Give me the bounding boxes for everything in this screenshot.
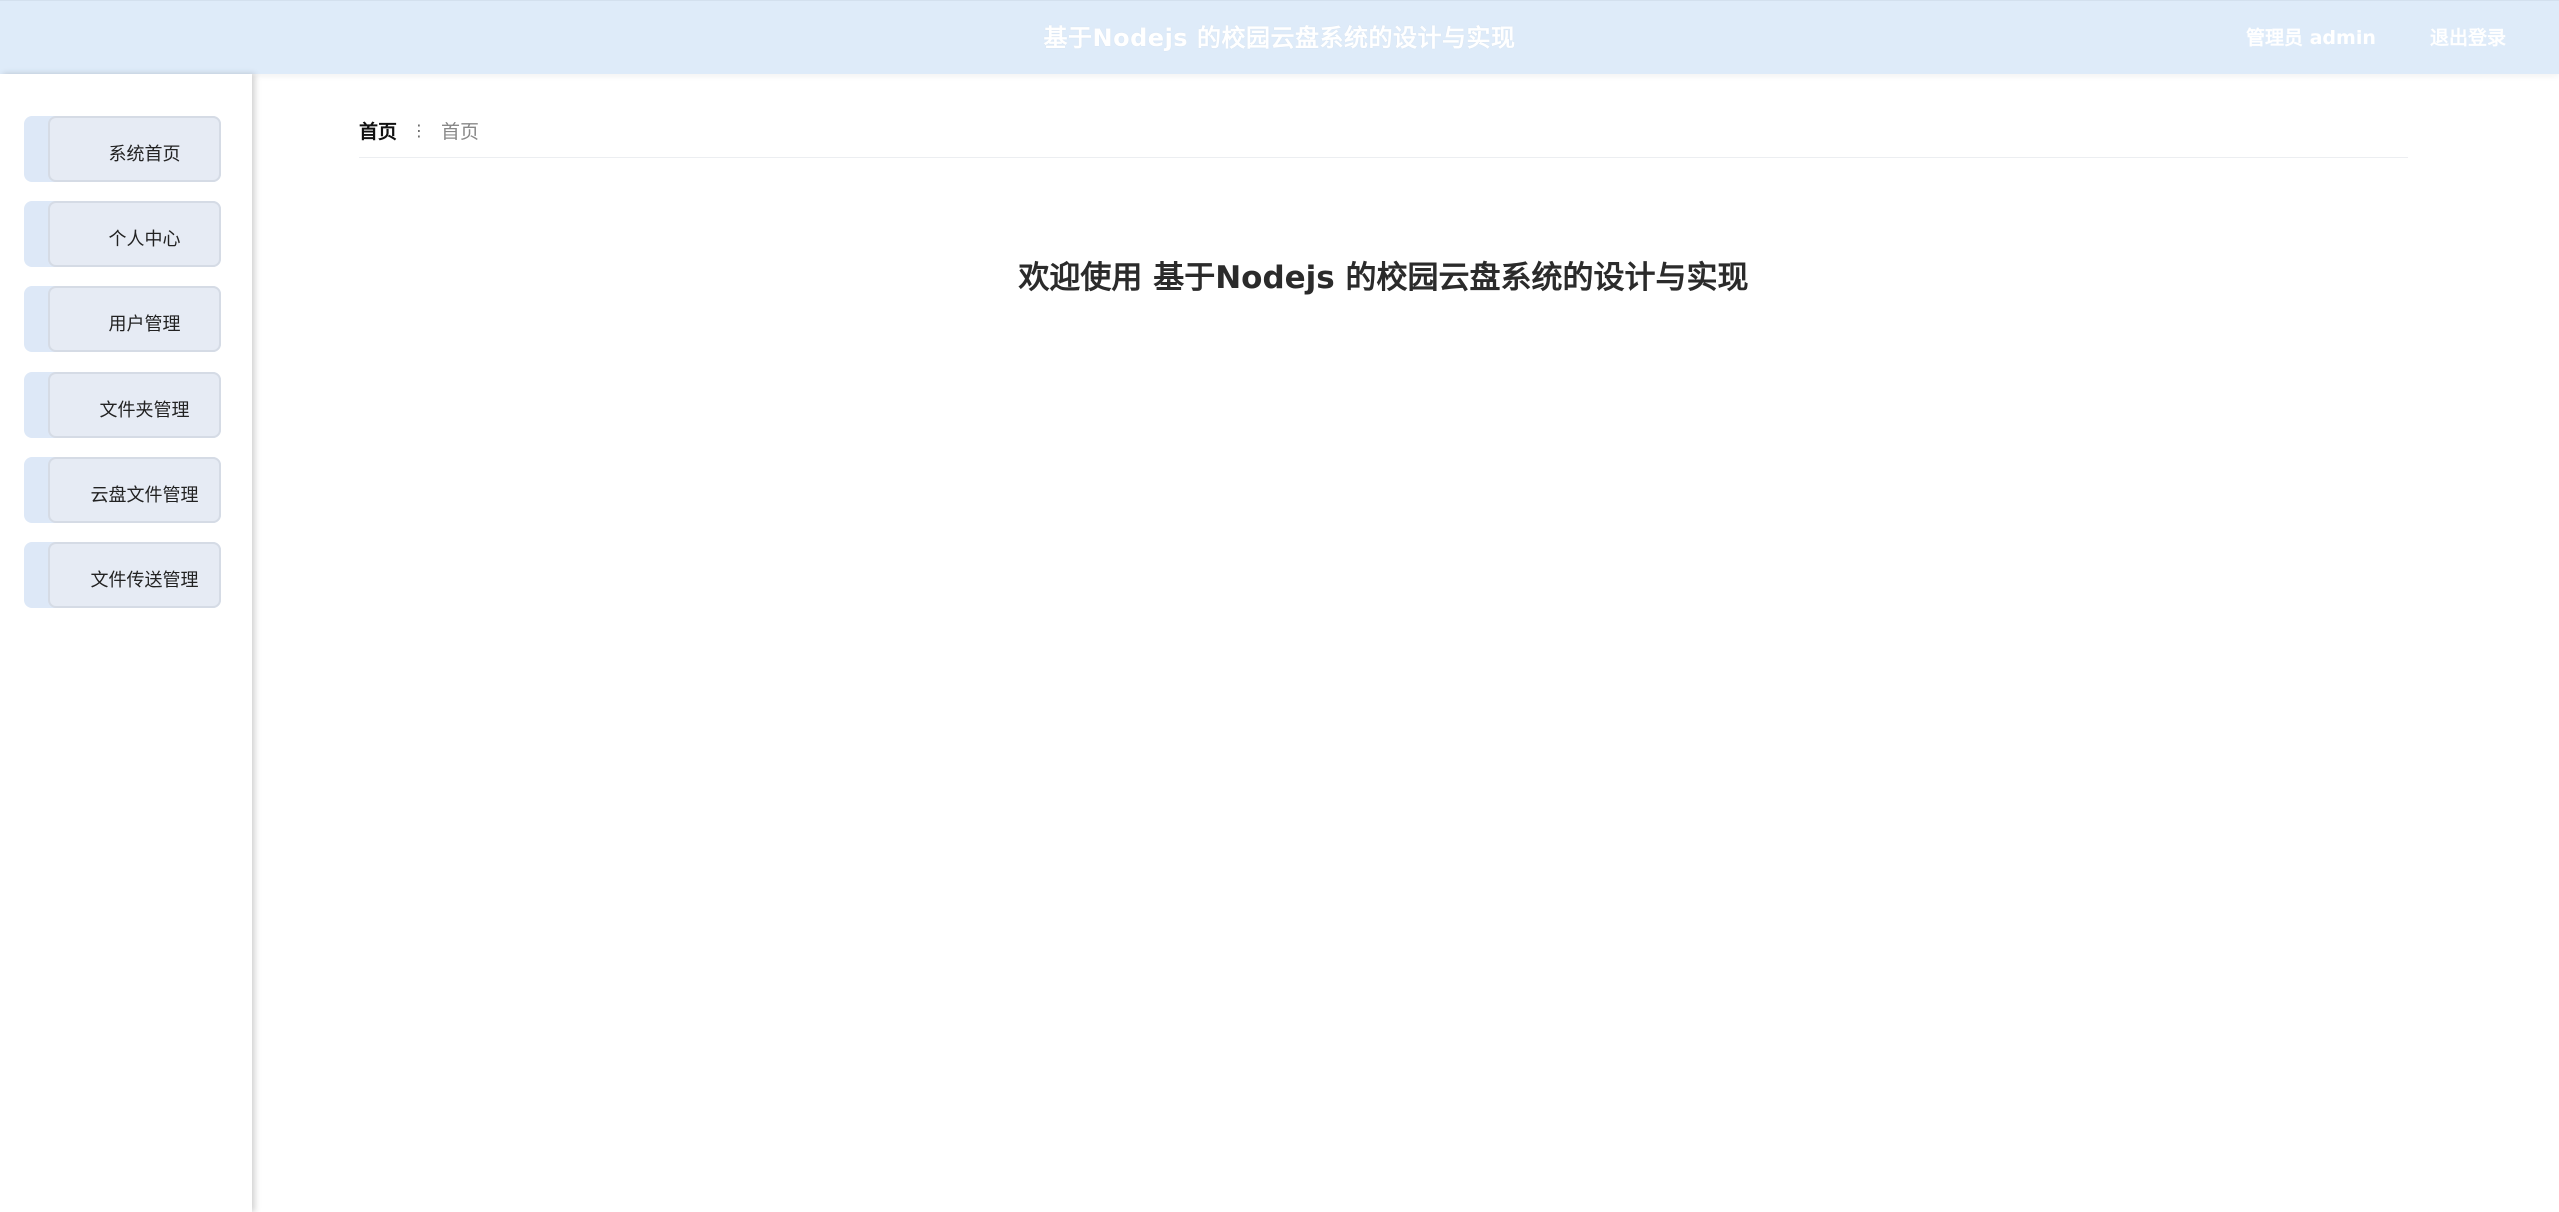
breadcrumb-current: 首页 [441, 120, 480, 143]
breadcrumb: 首页 ⋮ 首页 [359, 116, 479, 144]
sidebar-item-label: 个人中心 [108, 229, 181, 250]
sidebar-item-face: 文件传送管理 [48, 542, 221, 608]
breadcrumb-separator: ⋮ [411, 120, 428, 140]
sidebar-item-label: 云盘文件管理 [90, 485, 199, 506]
sidebar-item-file-transfer-management[interactable]: 文件传送管理 [24, 542, 221, 608]
sidebar-item-label: 用户管理 [108, 314, 181, 335]
top-header: 基于Nodejs 的校园云盘系统的设计与实现 管理员 admin 退出登录 [0, 0, 2559, 74]
breadcrumb-home-link[interactable]: 首页 [359, 117, 397, 144]
content-divider [359, 157, 2408, 158]
sidebar-item-user-management[interactable]: 用户管理 [24, 286, 221, 352]
sidebar-item-face: 系统首页 [48, 116, 221, 182]
sidebar-item-face: 文件夹管理 [48, 372, 221, 438]
admin-user-label: 管理员 admin [2246, 27, 2376, 49]
sidebar-item-home[interactable]: 系统首页 [24, 116, 221, 182]
sidebar-item-face: 云盘文件管理 [48, 457, 221, 523]
sidebar-item-personal-center[interactable]: 个人中心 [24, 201, 221, 267]
sidebar-item-face: 个人中心 [48, 201, 221, 267]
sidebar-item-label: 文件传送管理 [90, 570, 199, 591]
sidebar-item-folder-management[interactable]: 文件夹管理 [24, 372, 221, 438]
sidebar-item-face: 用户管理 [48, 286, 221, 352]
welcome-heading: 欢迎使用 基于Nodejs 的校园云盘系统的设计与实现 [1018, 260, 1749, 296]
sidebar-item-cloud-file-management[interactable]: 云盘文件管理 [24, 457, 221, 523]
logout-button[interactable]: 退出登录 [2430, 1, 2506, 75]
sidebar-item-label: 文件夹管理 [99, 400, 190, 421]
app-title: 基于Nodejs 的校园云盘系统的设计与实现 [1043, 24, 1516, 52]
sidebar: 系统首页 个人中心 用户管理 文件夹管理 云盘文件管理 文件传送管理 [0, 74, 252, 1212]
sidebar-item-label: 系统首页 [108, 144, 181, 165]
